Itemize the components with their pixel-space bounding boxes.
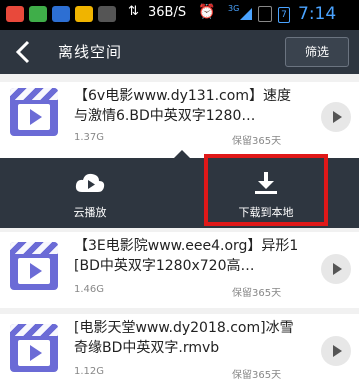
video-file-icon xyxy=(10,88,58,136)
app-notification-icon xyxy=(6,6,24,22)
sim-icon xyxy=(258,6,272,22)
data-transfer-icon: ⇅ xyxy=(128,4,139,19)
battery-icon: 7 xyxy=(278,7,290,23)
file-size: 1.46G xyxy=(74,284,105,295)
file-name: 【3E电影院www.eee4.org】异形1[BD中英双字1280x720高… xyxy=(74,238,299,274)
play-button[interactable] xyxy=(321,254,351,284)
page-title: 离线空间 xyxy=(58,43,123,61)
app-icon xyxy=(75,6,93,22)
battery-app-icon xyxy=(29,6,47,22)
file-size: 1.37G xyxy=(74,132,105,143)
play-button[interactable] xyxy=(321,336,351,366)
cloud-play-label: 云播放 xyxy=(73,206,107,219)
file-name: [电影天堂www.dy2018.com]冰雪奇缘BD中英双字.rmvb xyxy=(74,320,294,356)
signal-label: 3G xyxy=(228,4,240,13)
alarm-icon: ⏰ xyxy=(198,4,216,20)
cloud-play-button[interactable]: 云播放 xyxy=(30,158,150,228)
list-item[interactable]: [电影天堂www.dy2018.com]冰雪奇缘BD中英双字.rmvb 1.12… xyxy=(0,314,359,390)
network-speed: 36B/S xyxy=(148,5,187,20)
play-button[interactable] xyxy=(321,102,351,132)
video-file-icon xyxy=(10,324,58,372)
mail-icon xyxy=(52,6,70,22)
gallery-icon xyxy=(98,6,116,22)
status-bar: ⇅ 36B/S ⏰ 3G 7 7:14 xyxy=(0,0,359,30)
file-name: 【6v电影www.dy131.com】速度与激情6.BD中英双字1280… xyxy=(74,88,291,124)
highlight-annotation xyxy=(204,154,328,226)
cloud-play-icon xyxy=(75,173,105,192)
retention-label: 保留365天 xyxy=(232,288,282,299)
video-file-icon xyxy=(10,242,58,290)
retention-label: 保留365天 xyxy=(232,136,282,147)
list-item[interactable]: 【3E电影院www.eee4.org】异形1[BD中英双字1280x720高… … xyxy=(0,232,359,308)
filter-button[interactable]: 筛选 xyxy=(285,37,349,67)
retention-label: 保留365天 xyxy=(232,370,282,381)
clock: 7:14 xyxy=(298,4,337,24)
file-size: 1.12G xyxy=(74,366,105,377)
top-bar: 离线空间 筛选 xyxy=(0,30,359,74)
list-item[interactable]: 【6v电影www.dy131.com】速度与激情6.BD中英双字1280… 1.… xyxy=(0,82,359,158)
signal-icon xyxy=(240,8,252,20)
back-arrow-icon[interactable] xyxy=(10,38,38,66)
